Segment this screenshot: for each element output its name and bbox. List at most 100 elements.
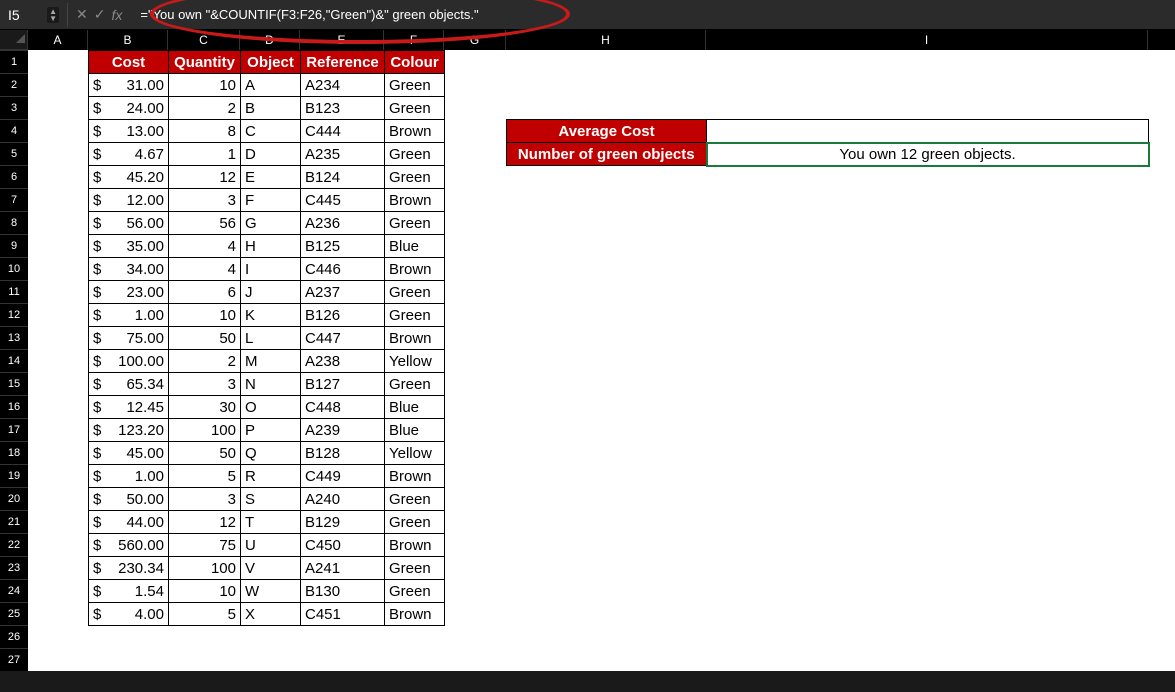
cell[interactable]: [706, 418, 1148, 441]
cell-cost[interactable]: $100.00: [89, 350, 169, 373]
cell[interactable]: [444, 533, 506, 556]
cell-quantity[interactable]: 4: [169, 258, 241, 281]
cell[interactable]: [28, 349, 88, 372]
cell[interactable]: [240, 648, 300, 671]
cell[interactable]: [28, 326, 88, 349]
cell[interactable]: [506, 257, 706, 280]
row-header-16[interactable]: 16: [0, 395, 28, 418]
row-header-2[interactable]: 2: [0, 73, 28, 96]
row-header-5[interactable]: 5: [0, 142, 28, 165]
row-header-3[interactable]: 3: [0, 96, 28, 119]
cell-reference[interactable]: A239: [301, 419, 385, 442]
cell-cost[interactable]: $123.20: [89, 419, 169, 442]
cell-object[interactable]: P: [241, 419, 301, 442]
cell-colour[interactable]: Green: [385, 304, 445, 327]
cell-quantity[interactable]: 5: [169, 603, 241, 626]
cell-reference[interactable]: A240: [301, 488, 385, 511]
cell-colour[interactable]: Brown: [385, 603, 445, 626]
cell-cost[interactable]: $1.54: [89, 580, 169, 603]
row-header-7[interactable]: 7: [0, 188, 28, 211]
cell-cost[interactable]: $34.00: [89, 258, 169, 281]
cell[interactable]: [706, 533, 1148, 556]
cell-object[interactable]: M: [241, 350, 301, 373]
cell[interactable]: [88, 625, 168, 648]
cell-cost[interactable]: $65.34: [89, 373, 169, 396]
cell[interactable]: [444, 441, 506, 464]
cell-quantity[interactable]: 3: [169, 373, 241, 396]
cell-colour[interactable]: Green: [385, 74, 445, 97]
col-header-F[interactable]: F: [384, 30, 444, 50]
cell[interactable]: [706, 372, 1148, 395]
cell-reference[interactable]: B127: [301, 373, 385, 396]
cell[interactable]: [506, 280, 706, 303]
col-header-A[interactable]: A: [28, 30, 88, 50]
cell[interactable]: [706, 50, 1148, 73]
cell[interactable]: [28, 303, 88, 326]
row-header-23[interactable]: 23: [0, 556, 28, 579]
cell[interactable]: [506, 188, 706, 211]
cell-object[interactable]: U: [241, 534, 301, 557]
cell[interactable]: [28, 188, 88, 211]
header-colour[interactable]: Colour: [385, 51, 445, 74]
cell[interactable]: [506, 533, 706, 556]
row-header-22[interactable]: 22: [0, 533, 28, 556]
row-header-25[interactable]: 25: [0, 602, 28, 625]
cell[interactable]: [506, 395, 706, 418]
row-header-8[interactable]: 8: [0, 211, 28, 234]
cell-object[interactable]: B: [241, 97, 301, 120]
cell[interactable]: [444, 165, 506, 188]
cell[interactable]: [28, 510, 88, 533]
cell-object[interactable]: N: [241, 373, 301, 396]
cell-object[interactable]: H: [241, 235, 301, 258]
cell[interactable]: [506, 441, 706, 464]
cell[interactable]: [28, 257, 88, 280]
cell-object[interactable]: Q: [241, 442, 301, 465]
cell-object[interactable]: O: [241, 396, 301, 419]
cell[interactable]: [506, 418, 706, 441]
cell-colour[interactable]: Green: [385, 212, 445, 235]
cell[interactable]: [28, 487, 88, 510]
cell[interactable]: [444, 257, 506, 280]
cell-colour[interactable]: Blue: [385, 235, 445, 258]
cell[interactable]: [444, 372, 506, 395]
cell-reference[interactable]: C446: [301, 258, 385, 281]
cell[interactable]: [506, 165, 706, 188]
cell-cost[interactable]: $31.00: [89, 74, 169, 97]
cell-reference[interactable]: A234: [301, 74, 385, 97]
cell[interactable]: [506, 648, 706, 671]
cell[interactable]: [28, 73, 88, 96]
green-count-value[interactable]: You own 12 green objects.: [707, 143, 1149, 166]
cell-object[interactable]: X: [241, 603, 301, 626]
cell-colour[interactable]: Blue: [385, 396, 445, 419]
cell-cost[interactable]: $56.00: [89, 212, 169, 235]
col-header-E[interactable]: E: [300, 30, 384, 50]
cell-colour[interactable]: Brown: [385, 327, 445, 350]
cell[interactable]: [444, 510, 506, 533]
cell[interactable]: [28, 648, 88, 671]
cell[interactable]: [28, 464, 88, 487]
cell[interactable]: [506, 349, 706, 372]
cell-colour[interactable]: Brown: [385, 258, 445, 281]
cell[interactable]: [706, 73, 1148, 96]
cell[interactable]: [28, 418, 88, 441]
cell-object[interactable]: R: [241, 465, 301, 488]
cell-object[interactable]: S: [241, 488, 301, 511]
cell[interactable]: [706, 349, 1148, 372]
cell-colour[interactable]: Green: [385, 281, 445, 304]
col-header-D[interactable]: D: [240, 30, 300, 50]
cell-quantity[interactable]: 100: [169, 419, 241, 442]
cell-reference[interactable]: A241: [301, 557, 385, 580]
cell[interactable]: [28, 441, 88, 464]
name-box-spinner[interactable]: ▲ ▼: [47, 7, 59, 23]
cell-cost[interactable]: $50.00: [89, 488, 169, 511]
cell-colour[interactable]: Green: [385, 580, 445, 603]
row-header-27[interactable]: 27: [0, 648, 28, 671]
cell-reference[interactable]: B125: [301, 235, 385, 258]
cell-object[interactable]: D: [241, 143, 301, 166]
cell-cost[interactable]: $230.34: [89, 557, 169, 580]
cell-reference[interactable]: C448: [301, 396, 385, 419]
cell[interactable]: [706, 625, 1148, 648]
cell[interactable]: [444, 73, 506, 96]
row-header-9[interactable]: 9: [0, 234, 28, 257]
cell-quantity[interactable]: 1: [169, 143, 241, 166]
